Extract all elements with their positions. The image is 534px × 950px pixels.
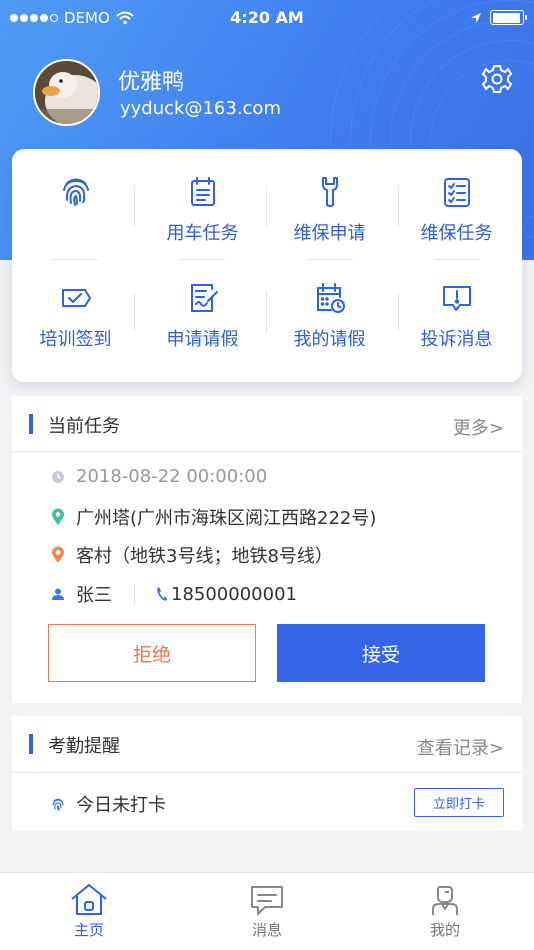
message-icon	[251, 886, 283, 915]
tab-bar: 主页 消息 我的	[0, 872, 534, 950]
user-name: 优雅鸭	[118, 70, 185, 95]
menu-item-maintenance-request[interactable]: 维保申请	[266, 149, 393, 255]
section-title: 考勤提醒	[48, 736, 120, 757]
user-icon	[432, 886, 458, 915]
end-location-icon	[48, 545, 68, 565]
current-task-panel: 当前任务 更多> 2018-08-22 00:00:00 广州塔(广州市海珠区阅…	[12, 396, 522, 703]
menu-item-my-leave[interactable]: 我的请假	[266, 255, 393, 361]
gear-icon	[481, 65, 513, 93]
checklist-icon	[444, 178, 470, 207]
task-destination-row: 客村（地铁3号线；地铁8号线）	[48, 542, 333, 568]
calendar-list-icon	[191, 177, 215, 206]
clock-icon	[48, 467, 68, 487]
task-datetime: 2018-08-22 00:00:00	[76, 466, 268, 487]
punch-in-button[interactable]: 立即打卡	[414, 788, 504, 817]
ticket-check-icon	[62, 289, 91, 307]
menu-item-complaints[interactable]: 投诉消息	[393, 255, 520, 361]
section-title: 当前任务	[48, 416, 120, 437]
task-contact-row: 张三 18500000001	[48, 581, 297, 607]
clock: 4:20 AM	[230, 8, 304, 27]
task-origin-row: 广州塔(广州市海珠区阅江西路222号)	[48, 504, 376, 530]
menu-item-vehicle-tasks[interactable]: 用车任务	[139, 149, 266, 255]
edit-document-icon	[191, 284, 218, 312]
menu-item-leave-request[interactable]: 申请请假	[139, 255, 266, 361]
user-email: yyduck@163.com	[120, 98, 281, 119]
menu-label: 维保申请	[293, 223, 366, 244]
alert-message-icon	[443, 286, 471, 311]
task-origin: 广州塔(广州市海珠区阅江西路222号)	[76, 508, 377, 529]
wrench-icon	[322, 177, 338, 207]
attendance-panel: 考勤提醒 查看记录> 今日未打卡 立即打卡	[12, 716, 522, 830]
calendar-clock-icon	[317, 283, 345, 313]
menu-label: 我的请假	[293, 329, 366, 350]
location-arrow-icon	[471, 12, 481, 23]
tab-label: 我的	[429, 921, 460, 939]
menu-label: 用车任务	[166, 223, 239, 244]
function-menu: 用车任务 维保申请 维保任务 培训签到 申请请假 我的请假 投诉消息	[12, 149, 522, 382]
reject-button[interactable]: 拒绝	[48, 624, 256, 682]
settings-button[interactable]	[479, 61, 515, 97]
contact-phone[interactable]: 18500000001	[171, 584, 297, 605]
menu-label: 培训签到	[39, 329, 112, 350]
tab-messages[interactable]: 消息	[178, 873, 356, 950]
contact-name: 张三	[76, 585, 112, 606]
view-records-link[interactable]: 查看记录>	[417, 734, 504, 760]
menu-item-maintenance-tasks[interactable]: 维保任务	[393, 149, 520, 255]
tab-label: 主页	[73, 921, 104, 939]
fingerprint-icon	[48, 794, 68, 814]
menu-label: 维保任务	[420, 223, 493, 244]
status-bar: DEMO 4:20 AM	[0, 0, 534, 36]
duck-photo	[35, 61, 98, 124]
task-destination: 客村（地铁3号线；地铁8号线）	[76, 546, 333, 567]
menu-label: 投诉消息	[420, 329, 493, 350]
fingerprint-icon	[63, 178, 89, 206]
menu-item-training-checkin[interactable]: 培训签到	[12, 255, 139, 361]
attendance-status: 今日未打卡	[76, 795, 166, 816]
home-icon	[71, 884, 107, 915]
accept-button[interactable]: 接受	[277, 624, 485, 682]
menu-item-fingerprint[interactable]	[12, 149, 139, 255]
person-icon	[48, 584, 68, 604]
phone-icon	[155, 584, 169, 604]
menu-label: 申请请假	[166, 329, 239, 350]
attendance-status-row: 今日未打卡	[48, 791, 166, 817]
start-location-icon	[48, 507, 68, 527]
avatar[interactable]	[33, 59, 100, 126]
tab-label: 消息	[251, 921, 282, 939]
task-datetime-row: 2018-08-22 00:00:00	[48, 466, 267, 487]
tab-profile[interactable]: 我的	[356, 873, 534, 950]
more-link[interactable]: 更多>	[453, 414, 504, 440]
battery-icon	[490, 10, 527, 25]
tab-home[interactable]: 主页	[0, 873, 178, 950]
